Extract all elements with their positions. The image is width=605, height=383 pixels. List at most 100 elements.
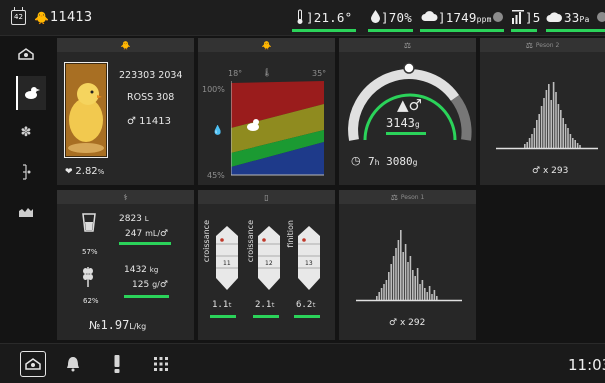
histogram-bar (388, 272, 390, 300)
fan-icon: ✽ (20, 124, 32, 140)
flock-card-header: 🐥 (57, 38, 194, 52)
humidity-gauge (368, 29, 413, 32)
silo3-amount: 6.2t (296, 300, 316, 310)
fan-stage-value: ]5 (525, 10, 541, 25)
flock-card[interactable]: 🐥 223303 2034 ROSS 308 ♂ 11413 ❤ 2.82% (57, 38, 194, 185)
calendar-icon: 42 (11, 7, 26, 25)
histogram-bar (543, 98, 545, 148)
scale2-card[interactable]: ⚖ Peson 2 ♂ x 293 (480, 38, 605, 185)
nav-statistics[interactable] (14, 200, 38, 224)
silo2-number: 12 (265, 260, 273, 267)
weight-card[interactable]: ⚖ ▲♂ 3143g ◷ 7h 3080g (339, 38, 476, 185)
histogram-bar (579, 145, 581, 148)
histogram-bar (392, 256, 395, 300)
feed-percent: 62% (83, 297, 99, 305)
bell-icon (67, 357, 79, 372)
histogram-bar (402, 252, 404, 300)
apps-menu-button[interactable] (148, 351, 174, 377)
silo3-feed-label: finition (286, 220, 295, 248)
silo3-number: 13 (305, 260, 313, 267)
fan-stage-icon (512, 10, 524, 24)
dead-chick-icon: ❤ (65, 167, 76, 177)
wheat-icon (83, 267, 93, 287)
exclamation-icon (114, 355, 120, 373)
histogram-bar (431, 294, 433, 300)
feed-progress-bar (124, 295, 169, 298)
male-count: ♂ 11413 (127, 116, 171, 127)
thermometer-icon (297, 9, 303, 24)
chick-photo (64, 62, 108, 158)
histogram-bar (383, 284, 385, 300)
histogram-bar (560, 110, 562, 148)
feed-per-bird: 125 g/♂ (132, 280, 168, 290)
silo3-level-bar (294, 315, 320, 318)
scale1-title: Peson 1 (400, 193, 425, 201)
ventilation-icon: 🐥 (261, 40, 272, 50)
silo1-feed-label: croissance (202, 220, 211, 263)
histogram-bar (564, 124, 567, 148)
current-condition-marker (247, 119, 259, 131)
temperature-value: ]21.6° (306, 10, 353, 25)
co2-status-indicator (493, 12, 503, 22)
current-weight: 3143g (386, 116, 420, 130)
scale1-card[interactable]: ⚖ Peson 1 ♂ x 292 (339, 190, 476, 340)
alarms-button[interactable] (104, 351, 130, 377)
temperature-gauge (292, 29, 356, 32)
stethoscope-icon: ⚕ (123, 192, 128, 202)
weight-card-header: ⚖ (339, 38, 476, 52)
house-icon (25, 358, 41, 370)
consumption-card[interactable]: ⚕ 57% 2823 L 247 mL/♂ 62% 1432 kg 125 g/… (57, 190, 194, 340)
scale-icon: ⚖ (525, 40, 533, 50)
silo2-level-bar (253, 315, 279, 318)
histogram-bar (548, 84, 550, 148)
co2-cloud-icon (421, 11, 438, 21)
histogram-bar (426, 292, 428, 300)
grid-menu-icon (154, 357, 168, 371)
silo2-amount: 2.1t (255, 300, 275, 310)
histogram-bar (531, 134, 533, 148)
notifications-button[interactable] (60, 351, 86, 377)
scale1-histogram (356, 230, 462, 302)
ratio-icon: № (89, 319, 101, 332)
comfort-zone-chart (231, 81, 324, 176)
lot-number: 223303 2034 (119, 70, 183, 81)
histogram-bar (524, 144, 526, 148)
histogram-bar (533, 128, 536, 148)
silo-card[interactable]: ▯ croissance 11 1.1t croissance 12 2.1t … (198, 190, 335, 340)
nav-ventilation[interactable]: ✽ (14, 120, 38, 144)
histogram-bar (395, 248, 397, 300)
water-total: 2823 L (119, 214, 149, 224)
pressure-value: 33Pa (564, 10, 590, 25)
nav-overview[interactable] (14, 42, 38, 66)
nav-scales[interactable] (14, 160, 38, 184)
temp-max-label: 35° (312, 69, 327, 78)
histogram-bar (538, 114, 540, 148)
histogram-bar (567, 128, 569, 148)
histogram-bar (414, 276, 416, 300)
histogram-bar (545, 90, 548, 148)
histogram-bar (528, 138, 531, 148)
weight-icon: ▲♂ (397, 96, 422, 114)
histogram-bar (428, 286, 431, 300)
silo-card-header: ▯ (198, 190, 335, 204)
clock-icon: ◷ (351, 154, 361, 167)
climate-card-header: 🐥 (198, 38, 335, 52)
silo3-graphic (298, 226, 320, 290)
chick-icon: 🐥 (120, 40, 131, 50)
histogram-bar (550, 100, 552, 148)
scale1-card-header: ⚖ Peson 1 (339, 190, 476, 204)
histogram-bar (557, 104, 560, 148)
humidity-drop-icon: 💧 (212, 126, 224, 136)
histogram-bar (433, 290, 436, 300)
histogram-bar (536, 120, 538, 148)
histogram-bar (409, 256, 412, 300)
nav-flock[interactable] (16, 76, 46, 110)
histogram-bar (569, 134, 572, 148)
home-button[interactable] (20, 351, 46, 377)
histogram-bar (540, 106, 543, 148)
histogram-bar (400, 230, 402, 300)
chick-icon (25, 87, 40, 99)
chick-count-icon: 🐥 (34, 11, 49, 25)
climate-card[interactable]: 🐥 18° 🌡 35° 100% 💧 45% (198, 38, 335, 185)
histogram-bar (376, 296, 378, 300)
